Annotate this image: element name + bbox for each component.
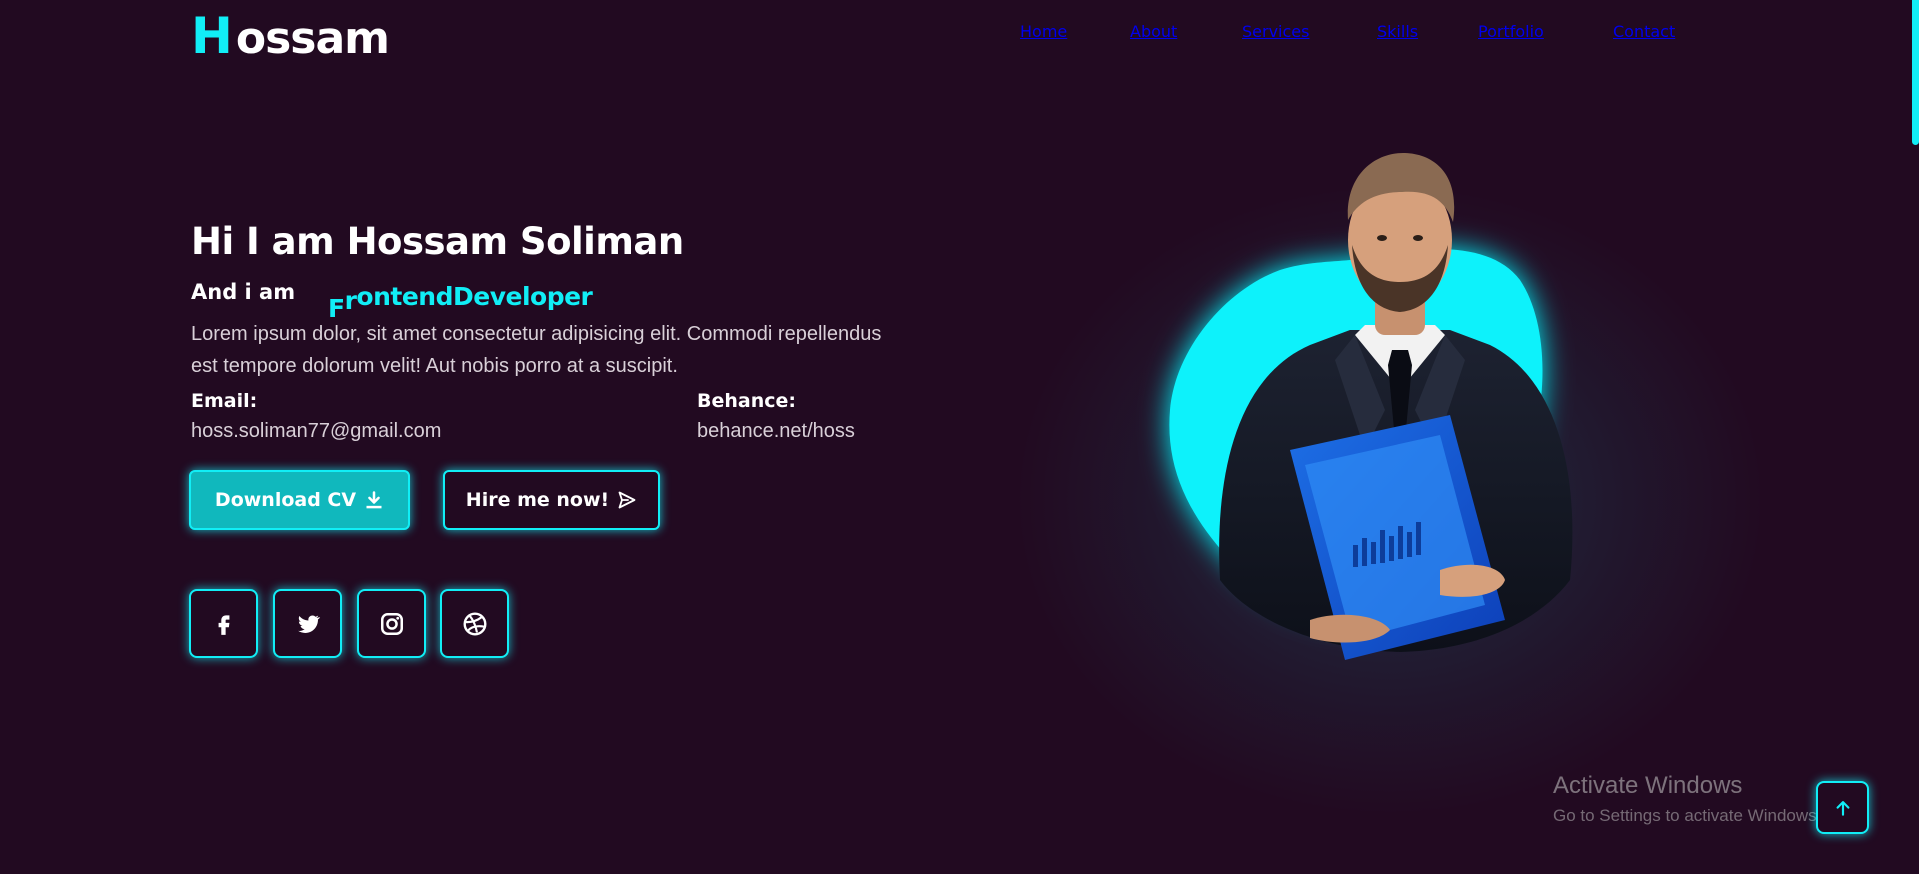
instagram-icon [380, 612, 403, 635]
typed-rest: ontendDeveloper [356, 282, 593, 311]
download-icon [366, 491, 382, 509]
arrow-up-icon [1836, 800, 1849, 816]
activate-windows-title: Activate Windows [1553, 772, 1743, 799]
nav-about[interactable]: About [1130, 22, 1177, 41]
page-scrollbar[interactable] [1912, 0, 1919, 145]
nav-services[interactable]: Services [1242, 22, 1309, 41]
twitter-button[interactable] [273, 589, 342, 658]
facebook-icon [218, 614, 229, 635]
nav-portfolio[interactable]: Portfolio [1478, 22, 1544, 41]
nav-home[interactable]: Home [1020, 22, 1067, 41]
email-value: hoss.soliman77@gmail.com [191, 420, 442, 442]
twitter-icon [297, 614, 320, 633]
typed-letter-2: r [344, 286, 357, 315]
dribbble-button[interactable] [440, 589, 509, 658]
site-logo[interactable]: Hossam [191, 7, 390, 67]
nav-skills[interactable]: Skills [1377, 22, 1418, 41]
send-icon [618, 491, 636, 509]
dribbble-icon [463, 612, 486, 635]
hero-title: Hi I am Hossam Soliman [191, 220, 684, 263]
hire-me-label: Hire me now! [465, 489, 610, 511]
hero-description: Lorem ipsum dolor, sit amet consectetur … [191, 323, 882, 377]
logo-first-letter: H [191, 7, 233, 65]
back-to-top-button[interactable] [1816, 781, 1869, 834]
typed-role-text: FrontendDeveloper [328, 282, 593, 323]
behance-label: Behance: [697, 390, 796, 412]
instagram-button[interactable] [357, 589, 426, 658]
facebook-button[interactable] [189, 589, 258, 658]
nav-contact[interactable]: Contact [1613, 22, 1675, 41]
hero-subtitle-prefix: And i am [191, 280, 296, 304]
portrait-image [1169, 152, 1573, 660]
activate-windows-subtitle: Go to Settings to activate Windows. [1553, 806, 1822, 825]
logo-rest: ossam [235, 13, 390, 64]
behance-value: behance.net/hoss [697, 420, 855, 442]
download-cv-button[interactable]: Download CV [189, 470, 410, 530]
hire-me-button[interactable]: Hire me now! [443, 470, 660, 530]
download-cv-label: Download CV [214, 489, 357, 511]
email-label: Email: [191, 390, 258, 412]
